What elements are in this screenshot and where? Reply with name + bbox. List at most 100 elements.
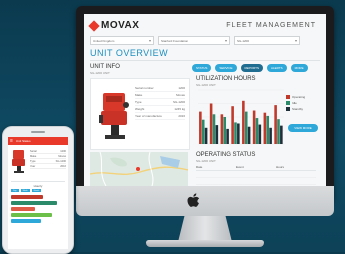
bar-standby-6 <box>258 124 262 144</box>
phone-bar-1 <box>11 195 44 199</box>
utilization-title: UTILIZATION HOURS <box>196 76 256 82</box>
location-pin-icon <box>136 167 140 171</box>
monitor-chin <box>76 186 334 216</box>
phone-bar-5 <box>11 219 41 223</box>
spec-value: 1200 <box>60 149 66 153</box>
site-select[interactable]: Stanford Foundation ▾ <box>158 36 230 45</box>
unit-info-card: Serial number 1200 Make Movax Type SG-1200 … <box>90 78 190 150</box>
spec-label: Type <box>30 159 36 163</box>
unit-specs: Serial number 1200 Make Movax Type SG-1200 … <box>135 85 185 120</box>
phone-header: ≡ Unit Status <box>8 137 68 145</box>
page-title: UNIT OVERVIEW <box>90 48 169 58</box>
legend-item[interactable]: Standby <box>286 106 305 112</box>
service-button[interactable]: SERVICE <box>215 64 237 72</box>
monitor-stand-base <box>146 240 264 247</box>
smartphone: ≡ Unit Status Serial 1200 Make Movax Type S… <box>2 126 74 254</box>
tab-week[interactable]: Week <box>20 189 30 192</box>
logo-mark-icon <box>88 19 100 32</box>
chart-legend: Operating Idle Standby <box>286 94 305 112</box>
phone-specs: Serial 1200 Make Movax Type SG-1200 Year 201… <box>30 149 66 169</box>
bar-standby-3 <box>226 128 229 144</box>
bar-operating-5 <box>242 100 245 144</box>
column-header[interactable]: Hours <box>276 165 316 169</box>
view-more-button[interactable]: VIEW MORE <box>288 124 318 132</box>
country-select[interactable]: United Kingdom ▾ <box>90 36 154 45</box>
bar-operating-8 <box>274 105 277 144</box>
phone-bar-2 <box>11 201 57 205</box>
operating-status-subtitle: SG-1200 UNIT <box>196 159 216 163</box>
location-map[interactable] <box>90 152 188 186</box>
spec-value: SG-1200 <box>55 159 66 163</box>
reports-button[interactable]: REPORTS <box>240 64 263 72</box>
table-row[interactable] <box>196 171 316 178</box>
spec-value: SG-1200 <box>172 100 185 104</box>
phone-speaker <box>31 131 45 133</box>
bar-standby-5 <box>247 126 251 144</box>
spec-value: 1245 kg <box>174 107 185 111</box>
bar-idle-3 <box>223 117 227 144</box>
monitor-screen: MOVAX FLEET MANAGEMENT United Kingdom ▾ … <box>84 14 326 186</box>
legend-label: Standby <box>292 107 304 111</box>
bar-standby-8 <box>280 125 283 144</box>
more-button[interactable]: MORE <box>290 64 308 72</box>
spec-row: Make Movax <box>135 92 185 99</box>
table-header: Date Event Hours <box>196 164 316 171</box>
monitor-stand-neck <box>178 216 232 242</box>
brand-name: MOVAX <box>101 20 140 31</box>
bar-standby-1 <box>204 127 208 144</box>
phone-tabs: Day Week Month <box>11 189 42 192</box>
legend-label: Operating <box>292 95 306 99</box>
phone-bar-4 <box>11 213 52 217</box>
bar-standby-7 <box>269 127 272 144</box>
spec-label: Year of manufacture <box>135 114 162 118</box>
brand-logo[interactable]: MOVAX <box>88 19 140 32</box>
hamburger-menu-icon[interactable]: ≡ <box>10 138 13 144</box>
chevron-down-icon: ▾ <box>148 38 151 43</box>
bar-standby-4 <box>237 123 240 144</box>
spec-label: Year <box>30 164 36 168</box>
action-buttons: STATUS SERVICE REPORTS ALERTS MORE <box>192 64 308 72</box>
unit-info-title: UNIT INFO <box>90 64 120 70</box>
column-header[interactable]: Date <box>196 165 236 169</box>
phone-title: Unit Status <box>15 139 31 143</box>
bar-operating-7 <box>263 112 267 144</box>
filter-bar: United Kingdom ▾ Stanford Foundation ▾ S… <box>90 36 300 45</box>
spec-value: Movax <box>176 93 185 97</box>
spec-label: Serial <box>30 149 37 153</box>
bar-idle-5 <box>244 111 248 144</box>
bar-idle-4 <box>234 122 237 144</box>
app-title: FLEET MANAGEMENT <box>226 22 316 29</box>
phone-chart-title: Hourly <box>33 184 43 188</box>
phone-unit-image <box>12 150 25 173</box>
bar-operating-3 <box>220 114 224 144</box>
phone-screen: ≡ Unit Status Serial 1200 Make Movax Type S… <box>8 137 68 249</box>
bar-operating-6 <box>252 110 256 144</box>
operating-status-title: OPERATING STATUS <box>196 152 256 158</box>
bar-idle-2 <box>212 114 216 144</box>
legend-swatch <box>286 107 290 111</box>
select-value: United Kingdom <box>93 38 115 43</box>
select-value: SG-1200 <box>237 38 250 43</box>
status-button[interactable]: STATUS <box>192 64 212 72</box>
spec-label: Make <box>135 93 143 97</box>
apple-logo-icon <box>187 193 200 207</box>
bar-operating-2 <box>209 103 213 144</box>
unit-info-subtitle: SG-1200 UNIT <box>90 71 110 75</box>
tab-day[interactable]: Day <box>11 189 19 192</box>
bar-idle-7 <box>266 115 270 144</box>
spec-row: Year 2016 <box>30 164 66 169</box>
phone-bar-chart <box>11 195 65 225</box>
tab-month[interactable]: Month <box>31 189 42 192</box>
select-value: Stanford Foundation <box>161 38 189 43</box>
spec-label: Make <box>30 154 37 158</box>
unit-select[interactable]: SG-1200 ▾ <box>234 36 300 45</box>
table-row[interactable] <box>196 178 316 185</box>
alerts-button[interactable]: ALERTS <box>266 64 287 72</box>
utilization-subtitle: SG-1200 UNIT <box>196 83 216 87</box>
divider <box>11 181 65 182</box>
spec-value: Movax <box>58 154 66 158</box>
phone-bar-3 <box>11 207 36 211</box>
bar-idle-8 <box>277 119 280 144</box>
column-header[interactable]: Event <box>236 165 276 169</box>
spec-label: Weight <box>135 107 145 111</box>
